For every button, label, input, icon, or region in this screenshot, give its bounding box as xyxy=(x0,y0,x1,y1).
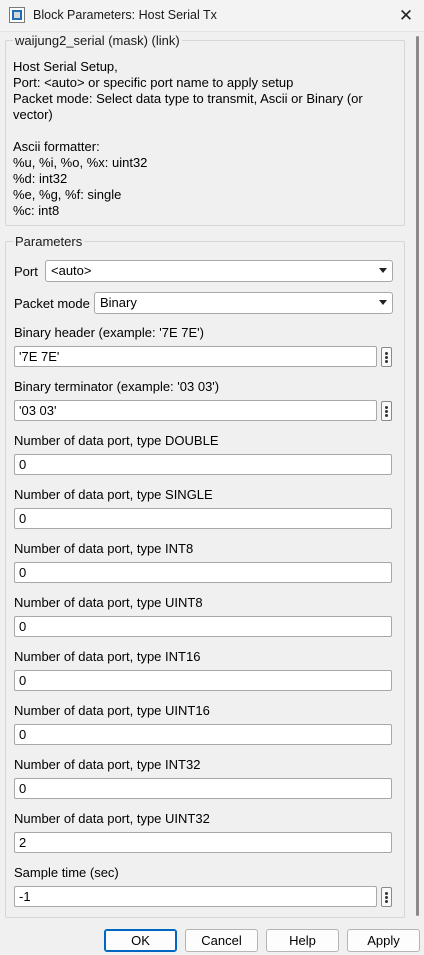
vertical-ellipsis-icon xyxy=(385,892,388,895)
chevron-down-icon xyxy=(379,268,387,273)
cancel-button[interactable]: Cancel xyxy=(185,929,258,952)
data-port-single-input[interactable]: 0 xyxy=(14,508,392,529)
description-line: %u, %i, %o, %x: uint32 xyxy=(13,155,148,170)
data-port-double-input[interactable]: 0 xyxy=(14,454,392,475)
data-port-uint16-label: Number of data port, type UINT16 xyxy=(14,703,210,718)
sample-time-input[interactable]: -1 xyxy=(14,886,377,907)
binary-header-input[interactable]: '7E 7E' xyxy=(14,346,377,367)
window-title: Block Parameters: Host Serial Tx xyxy=(33,8,217,22)
data-port-int32-label: Number of data port, type INT32 xyxy=(14,757,201,772)
data-port-uint32-label: Number of data port, type UINT32 xyxy=(14,811,210,826)
vertical-ellipsis-icon xyxy=(385,352,388,355)
description-line: %c: int8 xyxy=(13,203,60,218)
sample-time-more-button[interactable] xyxy=(381,887,392,907)
port-value: <auto> xyxy=(51,263,92,278)
mask-description-group: waijung2_serial (mask) (link) Host Seria… xyxy=(5,33,405,226)
description-line: vector) xyxy=(13,107,53,122)
block-parameters-icon xyxy=(9,7,25,23)
description-line: %e, %g, %f: single xyxy=(13,187,122,202)
data-port-uint8-input[interactable]: 0 xyxy=(14,616,392,637)
chevron-down-icon xyxy=(379,300,387,305)
packet-mode-value: Binary xyxy=(100,295,137,310)
help-button[interactable]: Help xyxy=(266,929,339,952)
title-bar: Block Parameters: Host Serial Tx ✕ xyxy=(0,0,424,32)
data-port-uint32-input[interactable]: 2 xyxy=(14,832,392,853)
vertical-scrollbar[interactable] xyxy=(416,36,419,916)
packet-mode-label: Packet mode xyxy=(14,296,90,311)
data-port-int8-label: Number of data port, type INT8 xyxy=(14,541,194,556)
description-line: Packet mode: Select data type to transmi… xyxy=(13,91,363,106)
apply-button[interactable]: Apply xyxy=(347,929,420,952)
binary-header-more-button[interactable] xyxy=(381,347,392,367)
description-line: Host Serial Setup, xyxy=(13,59,118,74)
mask-group-title: waijung2_serial (mask) (link) xyxy=(13,33,182,48)
data-port-int8-input[interactable]: 0 xyxy=(14,562,392,583)
sample-time-label: Sample time (sec) xyxy=(14,865,119,880)
packet-mode-dropdown[interactable]: Binary xyxy=(94,292,393,314)
binary-terminator-label: Binary terminator (example: '03 03') xyxy=(14,379,220,394)
data-port-single-label: Number of data port, type SINGLE xyxy=(14,487,213,502)
close-icon[interactable]: ✕ xyxy=(388,0,424,32)
description-line: %d: int32 xyxy=(13,171,68,186)
description-line: Port: <auto> or specific port name to ap… xyxy=(13,75,294,90)
binary-header-label: Binary header (example: '7E 7E') xyxy=(14,325,204,340)
parameters-group-title: Parameters xyxy=(13,234,85,249)
data-port-double-label: Number of data port, type DOUBLE xyxy=(14,433,219,448)
vertical-ellipsis-icon xyxy=(385,406,388,409)
data-port-int16-label: Number of data port, type INT16 xyxy=(14,649,201,664)
ok-button[interactable]: OK xyxy=(104,929,177,952)
port-label: Port xyxy=(14,264,38,279)
binary-terminator-input[interactable]: '03 03' xyxy=(14,400,377,421)
data-port-int16-input[interactable]: 0 xyxy=(14,670,392,691)
data-port-int32-input[interactable]: 0 xyxy=(14,778,392,799)
data-port-uint16-input[interactable]: 0 xyxy=(14,724,392,745)
description-line: Ascii formatter: xyxy=(13,139,100,154)
port-dropdown[interactable]: <auto> xyxy=(45,260,393,282)
binary-terminator-more-button[interactable] xyxy=(381,401,392,421)
data-port-uint8-label: Number of data port, type UINT8 xyxy=(14,595,203,610)
